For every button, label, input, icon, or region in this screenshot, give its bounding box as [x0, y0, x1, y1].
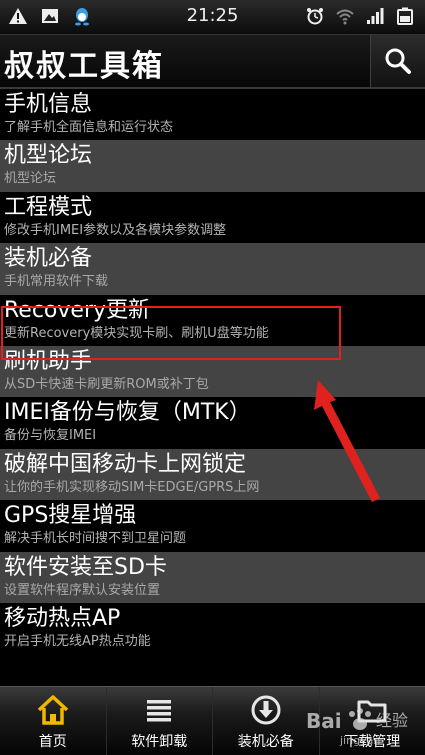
menu-item-phone-info[interactable]: 手机信息 了解手机全面信息和运行状态: [0, 89, 425, 140]
battery-icon: [395, 6, 415, 26]
list-icon: [142, 693, 176, 727]
menu-item-recovery-update[interactable]: Recovery更新 更新Recovery模块实现卡刷、刷机U盘等功能: [0, 295, 425, 346]
nav-download-manager[interactable]: 下载管理: [319, 687, 425, 755]
menu-item-subtitle: 机型论坛: [4, 170, 425, 187]
menu-item-subtitle: 解决手机长时间搜不到卫星问题: [4, 530, 425, 547]
menu-item-essential-apps[interactable]: 装机必备 手机常用软件下载: [0, 243, 425, 294]
app-title: 叔叔工具箱: [4, 41, 164, 85]
menu-item-subtitle: 更新Recovery模块实现卡刷、刷机U盘等功能: [4, 325, 425, 342]
search-button[interactable]: [370, 35, 425, 87]
menu-item-model-forum[interactable]: 机型论坛 机型论坛: [0, 140, 425, 191]
wifi-icon: [335, 6, 355, 26]
menu-item-title: 机型论坛: [4, 140, 425, 170]
menu-item-title: Recovery更新: [4, 295, 425, 325]
download-icon: [249, 693, 283, 727]
nav-label: 下载管理: [344, 731, 400, 751]
bottom-nav: 首页 软件卸载 装机必备 下载管理: [0, 686, 425, 755]
title-bar: 叔叔工具箱: [0, 35, 425, 89]
folder-icon: [355, 693, 389, 727]
menu-item-engineering-mode[interactable]: 工程模式 修改手机IMEI参数以及各模块参数调整: [0, 192, 425, 243]
status-right-icons: [305, 6, 415, 26]
menu-item-subtitle: 了解手机全面信息和运行状态: [4, 119, 425, 136]
nav-essential[interactable]: 装机必备: [212, 687, 319, 755]
nav-label: 软件卸载: [131, 731, 187, 751]
menu-item-subtitle: 手机常用软件下载: [4, 273, 425, 290]
menu-item-title: 工程模式: [4, 192, 425, 222]
home-icon: [36, 693, 70, 727]
menu-item-subtitle: 开启手机无线AP热点功能: [4, 633, 425, 650]
search-icon: [383, 46, 413, 76]
menu-item-title: 装机必备: [4, 243, 425, 273]
menu-item-hotspot-ap[interactable]: 移动热点AP 开启手机无线AP热点功能: [0, 603, 425, 654]
menu-item-subtitle: 设置软件程序默认安装位置: [4, 582, 425, 599]
nav-uninstall[interactable]: 软件卸载: [106, 687, 213, 755]
menu-item-install-to-sd[interactable]: 软件安装至SD卡 设置软件程序默认安装位置: [0, 552, 425, 603]
annotation-arrow: [300, 370, 390, 510]
signal-icon: [365, 6, 385, 26]
menu-item-title: 手机信息: [4, 89, 425, 119]
alarm-icon: [305, 6, 325, 26]
menu-item-subtitle: 修改手机IMEI参数以及各模块参数调整: [4, 222, 425, 239]
nav-home[interactable]: 首页: [0, 687, 106, 755]
status-bar: 21:25: [0, 0, 425, 35]
nav-label: 装机必备: [238, 731, 294, 751]
menu-item-title: 软件安装至SD卡: [4, 552, 425, 582]
nav-label: 首页: [39, 731, 67, 751]
menu-item-title: 移动热点AP: [4, 603, 425, 633]
